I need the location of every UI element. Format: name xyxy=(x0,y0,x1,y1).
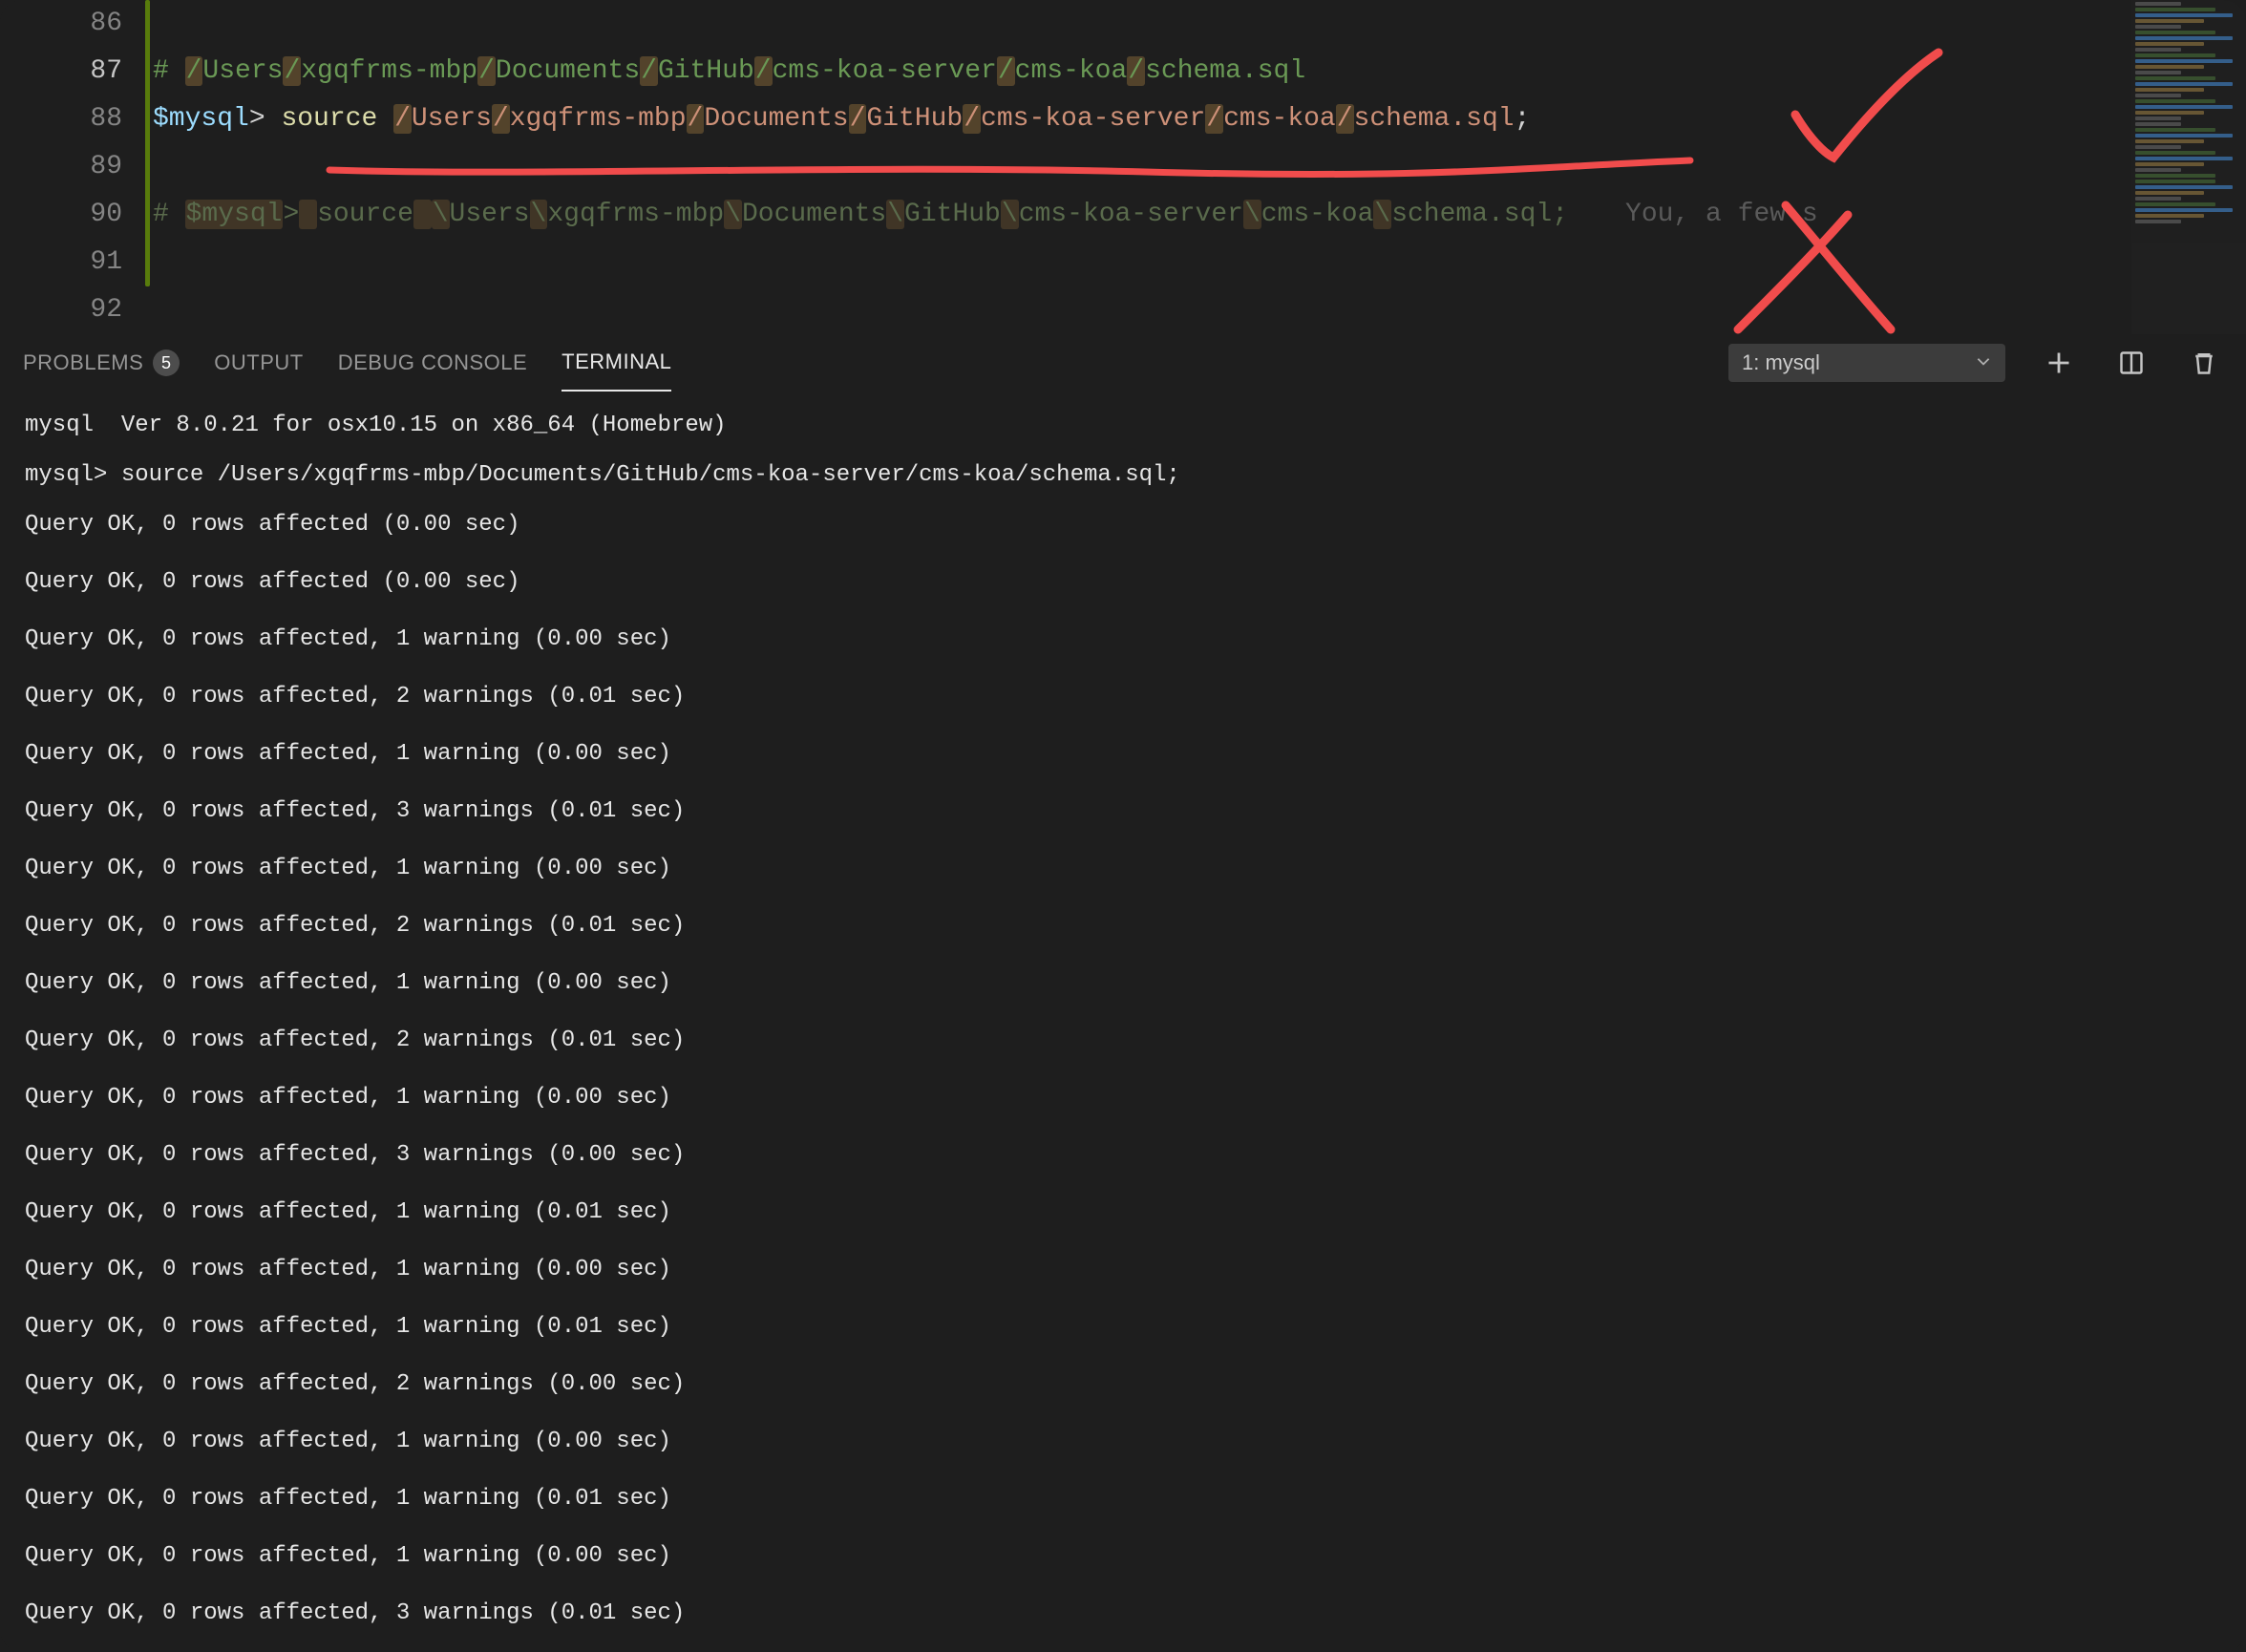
code-editor[interactable]: 86 87 88 89 90 91 92 # /Users/xgqfrms-mb… xyxy=(0,0,2246,334)
terminal-line: Query OK, 0 rows affected, 1 warning (0.… xyxy=(25,844,2221,894)
terminal-line xyxy=(25,1581,2221,1589)
code-line[interactable] xyxy=(153,0,2131,48)
terminal-line xyxy=(25,1524,2221,1532)
new-terminal-button[interactable] xyxy=(2040,344,2078,382)
terminal-line: Query OK, 0 rows affected, 1 warning (0.… xyxy=(25,1532,2221,1581)
terminal-line xyxy=(25,951,2221,959)
terminal-line: Query OK, 0 rows affected (0.00 sec) xyxy=(25,500,2221,550)
terminal-picker-dropdown[interactable]: 1: mysql xyxy=(1728,344,2005,382)
terminal-line: Query OK, 0 rows affected, 3 warnings (0… xyxy=(25,787,2221,837)
terminal-line: mysql> source /Users/xgqfrms-mbp/Documen… xyxy=(25,451,2221,500)
terminal-line xyxy=(25,1180,2221,1188)
tab-debug-console[interactable]: DEBUG CONSOLE xyxy=(338,334,527,392)
terminal-line xyxy=(25,550,2221,558)
line-number-gutter: 86 87 88 89 90 91 92 xyxy=(0,0,153,334)
terminal-line xyxy=(25,1123,2221,1131)
terminal-line xyxy=(25,1295,2221,1303)
tab-label: TERMINAL xyxy=(562,349,671,374)
terminal-line xyxy=(25,1409,2221,1417)
tab-problems[interactable]: PROBLEMS 5 xyxy=(23,334,180,392)
terminal-line: Query OK, 0 rows affected, 1 warning (0.… xyxy=(25,1303,2221,1352)
terminal-line: Query OK, 0 rows affected, 1 warning (0.… xyxy=(25,615,2221,665)
terminal-line xyxy=(25,1238,2221,1245)
code-lines[interactable]: # /Users/xgqfrms-mbp/Documents/GitHub/cm… xyxy=(153,0,2131,334)
terminal-line: Query OK, 0 rows affected, 1 warning (0.… xyxy=(25,1073,2221,1123)
terminal-line xyxy=(25,1008,2221,1016)
terminal-line: Query OK, 0 rows affected, 1 warning (0.… xyxy=(25,1474,2221,1524)
gutter-change-bar xyxy=(145,0,150,286)
terminal-line xyxy=(25,1066,2221,1073)
line-number: 86 xyxy=(0,0,122,48)
code-line[interactable] xyxy=(153,286,2131,334)
code-line[interactable]: # /Users/xgqfrms-mbp/Documents/GitHub/cm… xyxy=(153,48,2131,95)
terminal-output[interactable]: mysql Ver 8.0.21 for osx10.15 on x86_64 … xyxy=(0,392,2246,1652)
panel-tab-bar: PROBLEMS 5 OUTPUT DEBUG CONSOLE TERMINAL… xyxy=(0,334,2246,392)
terminal-line: Query OK, 0 rows affected, 1 warning (0.… xyxy=(25,1417,2221,1467)
code-line[interactable] xyxy=(153,239,2131,286)
terminal-line: Query OK, 0 rows affected, 2 warnings (0… xyxy=(25,901,2221,951)
terminal-line: Query OK, 0 rows affected, 2 warnings (0… xyxy=(25,1016,2221,1066)
line-number: 91 xyxy=(0,239,122,286)
terminal-line xyxy=(25,779,2221,787)
kill-terminal-button[interactable] xyxy=(2185,344,2223,382)
terminal-line: Query OK, 0 rows affected, 1 warning (0.… xyxy=(25,1245,2221,1295)
terminal-line: Query OK, 0 rows affected, 2 warnings (0… xyxy=(25,1360,2221,1409)
terminal-line: Query OK, 0 rows affected (0.00 sec) xyxy=(25,1646,2221,1652)
terminal-line xyxy=(25,607,2221,615)
terminal-line: Query OK, 0 rows affected, 2 warnings (0… xyxy=(25,672,2221,722)
terminal-line xyxy=(25,1352,2221,1360)
code-line[interactable]: # $mysql> source \Users\xgqfrms-mbp\Docu… xyxy=(153,191,2131,239)
terminal-line xyxy=(25,722,2221,730)
line-number: 89 xyxy=(0,143,122,191)
terminal-picker-label: 1: mysql xyxy=(1742,350,1820,375)
terminal-line xyxy=(25,1467,2221,1474)
terminal-line xyxy=(25,1639,2221,1646)
terminal-line xyxy=(25,894,2221,901)
tab-output[interactable]: OUTPUT xyxy=(214,334,303,392)
line-number: 87 xyxy=(0,48,122,95)
terminal-line: Query OK, 0 rows affected, 1 warning (0.… xyxy=(25,1188,2221,1238)
chevron-down-icon xyxy=(1975,350,1992,375)
tab-terminal[interactable]: TERMINAL xyxy=(562,334,671,392)
split-terminal-button[interactable] xyxy=(2112,344,2151,382)
minimap[interactable] xyxy=(2131,0,2246,334)
code-line[interactable]: $mysql> source /Users/xgqfrms-mbp/Docume… xyxy=(153,95,2131,143)
terminal-line: Query OK, 0 rows affected (0.00 sec) xyxy=(25,558,2221,607)
tab-label: PROBLEMS xyxy=(23,350,143,375)
vscode-window: 86 87 88 89 90 91 92 # /Users/xgqfrms-mb… xyxy=(0,0,2246,1652)
terminal-line: Query OK, 0 rows affected, 1 warning (0.… xyxy=(25,730,2221,779)
terminal-line: mysql Ver 8.0.21 for osx10.15 on x86_64 … xyxy=(25,401,2221,451)
problems-count-badge: 5 xyxy=(153,349,180,376)
line-number: 90 xyxy=(0,191,122,239)
terminal-line: Query OK, 0 rows affected, 3 warnings (0… xyxy=(25,1131,2221,1180)
line-number: 88 xyxy=(0,95,122,143)
tab-label: DEBUG CONSOLE xyxy=(338,350,527,375)
terminal-line xyxy=(25,665,2221,672)
terminal-line: Query OK, 0 rows affected, 3 warnings (0… xyxy=(25,1589,2221,1639)
bottom-panel: PROBLEMS 5 OUTPUT DEBUG CONSOLE TERMINAL… xyxy=(0,334,2246,1652)
terminal-line xyxy=(25,837,2221,844)
tab-label: OUTPUT xyxy=(214,350,303,375)
line-number: 92 xyxy=(0,286,122,334)
terminal-line: Query OK, 0 rows affected, 1 warning (0.… xyxy=(25,959,2221,1008)
code-line[interactable] xyxy=(153,143,2131,191)
